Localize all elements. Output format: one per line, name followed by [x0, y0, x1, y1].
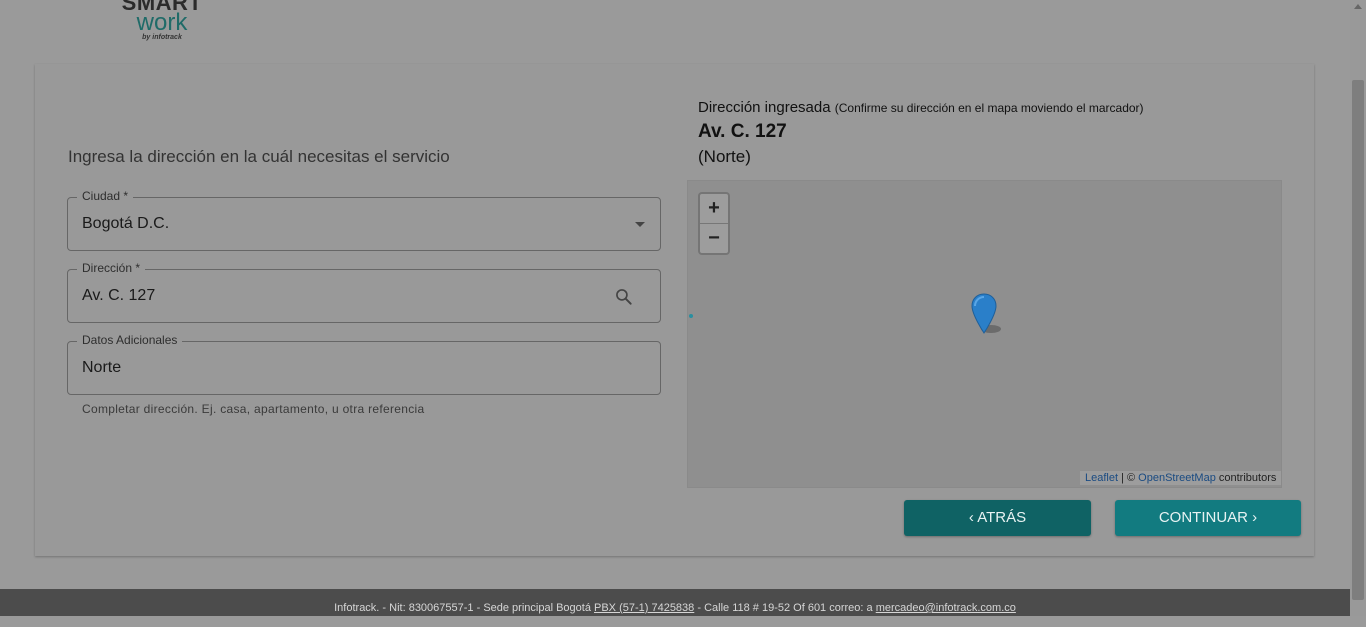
scrollbar-thumb[interactable] — [1352, 80, 1364, 600]
continue-button[interactable]: CONTINUAR › — [1115, 500, 1301, 536]
leaflet-link[interactable]: Leaflet — [1085, 472, 1118, 484]
zoom-control: + − — [698, 192, 730, 255]
direccion-label: Dirección * — [77, 261, 146, 275]
address-heading: Dirección ingresada (Confirme su direcci… — [698, 99, 1144, 116]
address-heading-title: Dirección ingresada — [698, 99, 831, 116]
datos-adicionales-label: Datos Adicionales — [77, 333, 183, 347]
footer-text-1: Infotrack. - Nit: 830067557-1 - Sede pri… — [334, 602, 594, 614]
scroll-up-arrow-icon[interactable] — [1354, 4, 1362, 9]
logo-by-infotrack: by infotrack — [142, 34, 182, 41]
ciudad-label: Ciudad * — [77, 189, 134, 203]
address-main: Av. C. 127 — [698, 121, 787, 142]
footer-phone-link[interactable]: PBX (57-1) 7425838 — [594, 602, 694, 614]
attribution-sep: | © — [1118, 472, 1139, 484]
form-prompt: Ingresa la dirección en la cuál necesita… — [68, 147, 450, 166]
zoom-in-button[interactable]: + — [700, 194, 728, 224]
back-button[interactable]: ‹ ATRÁS — [904, 500, 1091, 536]
map-edge-dot — [689, 314, 693, 318]
footer-email-link[interactable]: mercadeo@infotrack.com.co — [876, 602, 1016, 614]
ciudad-value: Bogotá D.C. — [82, 215, 170, 232]
datos-adicionales-value: Norte — [82, 359, 122, 376]
map-attribution: Leaflet | © OpenStreetMap contributors — [1080, 471, 1282, 485]
map-marker-icon[interactable] — [971, 293, 1001, 335]
osm-link[interactable]: OpenStreetMap — [1138, 472, 1216, 484]
zoom-out-button[interactable]: − — [700, 224, 728, 253]
search-icon[interactable] — [614, 287, 634, 307]
direccion-value: Av. C. 127 — [82, 287, 156, 304]
footer-text-2: - Calle 118 # 19-52 Of 601 correo: a — [694, 602, 876, 614]
footer: Infotrack. - Nit: 830067557-1 - Sede pri… — [0, 589, 1350, 616]
address-extra: (Norte) — [698, 147, 751, 166]
address-confirm-note: (Confirme su dirección en el mapa movien… — [834, 101, 1144, 115]
attribution-tail: contributors — [1215, 472, 1277, 484]
direccion-field[interactable]: Dirección * Av. C. 127 — [67, 261, 661, 323]
chevron-down-icon[interactable] — [635, 222, 645, 227]
smartwork-logo[interactable]: SMART work by infotrack — [112, 0, 212, 52]
ciudad-select[interactable]: Ciudad * Bogotá D.C. — [67, 189, 661, 251]
logo-work-text: work — [136, 9, 188, 36]
page-scrollbar[interactable] — [1350, 0, 1366, 616]
datos-adicionales-field[interactable]: Datos Adicionales Norte — [67, 333, 661, 395]
datos-helper-text: Completar dirección. Ej. casa, apartamen… — [82, 402, 425, 416]
